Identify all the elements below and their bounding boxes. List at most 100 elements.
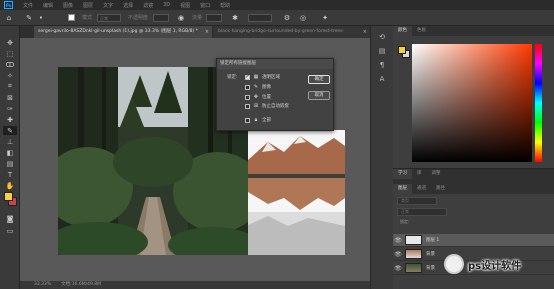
pressure-opacity-icon[interactable]: ◉: [176, 13, 186, 23]
menu-type[interactable]: 文字: [103, 2, 113, 9]
menu-image[interactable]: 图像: [63, 2, 73, 9]
menu-view[interactable]: 视图: [180, 2, 190, 9]
option-all[interactable]: 🔒︎ 全部: [245, 116, 271, 124]
clone-stamp-tool-icon[interactable]: ⊥: [3, 137, 17, 146]
history-icon[interactable]: ⟲: [377, 32, 387, 42]
checkbox[interactable]: [245, 117, 250, 123]
layer-thumbnail: [405, 249, 422, 259]
cancel-button[interactable]: 取消: [308, 91, 330, 100]
blend-mode-select[interactable]: 正常: [397, 208, 447, 216]
close-icon[interactable]: ×: [363, 26, 367, 38]
menu-select[interactable]: 选择: [123, 2, 133, 9]
healing-brush-tool-icon[interactable]: ✚: [3, 115, 17, 124]
visibility-eye-icon[interactable]: 👁︎: [393, 265, 403, 272]
option-label: 透明区域: [262, 75, 280, 80]
menu-help[interactable]: 帮助: [220, 2, 230, 9]
tab-learn[interactable]: 学习: [393, 169, 412, 179]
option-label: 防止自动嵌套: [262, 104, 289, 109]
tab-libraries[interactable]: 库: [412, 169, 427, 179]
eyedropper-tool-icon[interactable]: ✑: [3, 104, 17, 113]
option-image[interactable]: ✎ 图像: [245, 83, 271, 91]
flow-label: 流量: [192, 15, 203, 21]
character-icon[interactable]: A: [377, 74, 387, 84]
tab-color[interactable]: 颜色: [393, 26, 412, 36]
options-bar: ⌂ ✎ • 模式 正常 不透明度 ◉ 流量 ✱ ⚙ ◎ ✦: [0, 10, 554, 26]
tab-swatches[interactable]: 色板: [412, 26, 431, 36]
option-prevent-nesting[interactable]: ⊞ 防止自动嵌套: [245, 102, 289, 110]
menu-filter[interactable]: 滤镜: [143, 2, 153, 9]
checkbox[interactable]: [245, 94, 250, 100]
option-label: 全部: [262, 118, 271, 123]
tab-document-1[interactable]: sergei-gavrilo-8ASZDnkl-gil-unsplash (1)…: [34, 26, 212, 38]
brush-size-icon[interactable]: •: [36, 13, 46, 23]
quick-mask-icon[interactable]: ◙: [3, 214, 17, 223]
properties-icon[interactable]: ▤: [377, 46, 387, 56]
document-info: 文档:16.6M/49.8M: [61, 282, 102, 287]
mode-select[interactable]: 正常: [97, 14, 121, 22]
layer-thumbnail: [405, 235, 422, 245]
paragraph-icon[interactable]: ¶: [377, 60, 387, 70]
menu-file[interactable]: 文件: [23, 2, 33, 9]
foreground-color-swatch[interactable]: [398, 46, 406, 54]
layer-filter-select[interactable]: 类型: [397, 197, 437, 205]
tab-adjustments[interactable]: 调整: [427, 169, 446, 179]
layer-name: 图层 1: [426, 238, 440, 243]
option-label: 位置: [262, 95, 271, 100]
tab-document-2[interactable]: black-hanging-bridge-surrounded-by-green…: [214, 26, 370, 38]
checkbox[interactable]: [245, 103, 250, 109]
lock-icon: 🔒︎: [254, 117, 258, 123]
visibility-eye-icon[interactable]: 👁︎: [393, 237, 403, 244]
type-tool-icon[interactable]: T: [3, 170, 17, 179]
saturation-brightness-field[interactable]: [412, 44, 532, 162]
menu-window[interactable]: 窗口: [200, 2, 210, 9]
lasso-tool-icon[interactable]: ↀ: [3, 60, 17, 69]
visibility-eye-icon[interactable]: 👁︎: [393, 251, 403, 258]
zoom-level[interactable]: 33.33%: [34, 281, 51, 289]
pressure-size-icon[interactable]: ◎: [298, 13, 308, 23]
color-panel-tabs: 颜色 色板: [393, 26, 554, 36]
mountain-lake-image[interactable]: [248, 130, 345, 255]
brush-preset-icon[interactable]: ✎: [24, 13, 34, 23]
airbrush-icon[interactable]: ✱: [230, 13, 240, 23]
home-icon[interactable]: ⌂: [4, 13, 14, 23]
eraser-tool-icon[interactable]: ◧: [3, 148, 17, 157]
hand-tool-icon[interactable]: ✋: [3, 181, 17, 190]
layer-row[interactable]: 👁︎ 图层 1: [393, 234, 554, 247]
opacity-field[interactable]: [153, 14, 169, 22]
frame-tool-icon[interactable]: ⊠: [3, 93, 17, 102]
tools-panel: ✥ ⬚ ↀ ✧ ⌗ ⊠ ✑ ✚ ✎ ⊥ ◧ ▤ T ✋ ◙ ▭: [0, 26, 20, 289]
move-tool-icon[interactable]: ✥: [3, 38, 17, 47]
menu-3d[interactable]: 3D: [163, 2, 170, 8]
symmetry-icon[interactable]: ✦: [320, 13, 330, 23]
watermark-text: ps设计软件: [468, 260, 522, 272]
panel-dock-strip: ⟲ ▤ ¶ A: [370, 26, 393, 289]
color-panel: 颜色 色板: [393, 26, 554, 169]
brush-mode-icon[interactable]: [68, 14, 75, 21]
option-transparency[interactable]: ✓ ▦ 透明区域: [245, 73, 280, 81]
gradient-tool-icon[interactable]: ▤: [3, 159, 17, 168]
lock-linked-layers-dialog: 锁定所有链接图层 锁定: ✓ ▦ 透明区域 ✎ 图像 ✥ 位置 ⊞ 防止自动嵌套…: [216, 58, 334, 131]
tab-paths[interactable]: 路径: [431, 184, 450, 194]
hue-slider[interactable]: [535, 44, 542, 162]
tab-channels[interactable]: 通道: [412, 184, 431, 194]
learn-panel: 学习 库 调整: [393, 169, 554, 184]
crop-tool-icon[interactable]: ⌗: [3, 82, 17, 91]
screen-mode-icon[interactable]: ▭: [3, 226, 17, 235]
smoothing-field[interactable]: [248, 14, 272, 22]
ok-button[interactable]: 确定: [308, 75, 330, 84]
option-position[interactable]: ✥ 位置: [245, 93, 271, 101]
flow-field[interactable]: [206, 14, 222, 22]
menu-edit[interactable]: 编辑: [43, 2, 53, 9]
checkbox[interactable]: [245, 84, 250, 90]
brush-tool-icon[interactable]: ✎: [3, 126, 17, 135]
marquee-tool-icon[interactable]: ⬚: [3, 49, 17, 58]
menu-layer[interactable]: 图层: [83, 2, 93, 9]
quick-select-tool-icon[interactable]: ✧: [3, 71, 17, 80]
settings-gear-icon[interactable]: ⚙: [282, 13, 292, 23]
tab-layers[interactable]: 图层: [393, 184, 412, 194]
mode-label: 模式: [82, 15, 93, 21]
close-icon[interactable]: ×: [205, 26, 209, 38]
opacity-label: 不透明度: [128, 15, 149, 21]
foreground-color-swatch[interactable]: [4, 192, 13, 201]
checkbox[interactable]: ✓: [245, 74, 250, 80]
